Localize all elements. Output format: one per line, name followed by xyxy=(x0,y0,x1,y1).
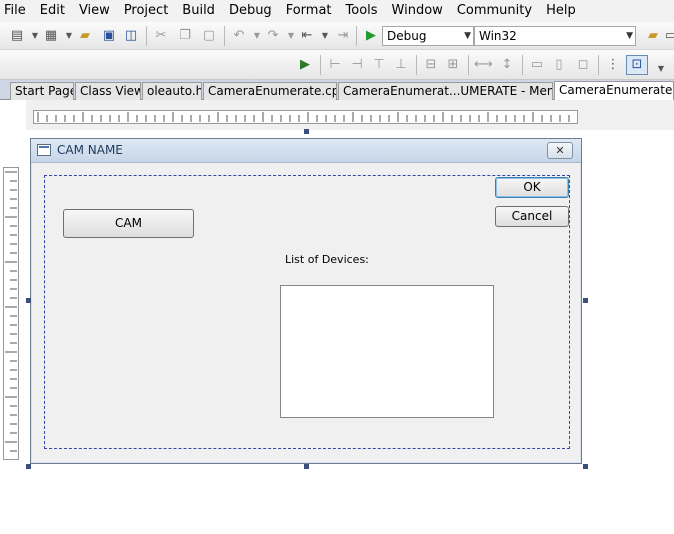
center-horizontal-icon[interactable]: ⊞ xyxy=(444,56,462,74)
menu-view[interactable]: View xyxy=(79,0,110,22)
solution-platform-combo[interactable]: Win32 ▼ xyxy=(474,26,636,46)
find-combo-icon[interactable]: ▭ xyxy=(662,27,674,45)
ok-button[interactable]: OK xyxy=(495,177,569,198)
solution-configuration-value: Debug xyxy=(387,29,427,43)
open-folder-icon[interactable]: ▰ xyxy=(76,27,94,45)
tab-cameraenumerate-dialog[interactable]: CameraEnumerate... xyxy=(554,81,674,100)
find-in-files-icon[interactable]: ▰ xyxy=(644,27,662,45)
align-rights-icon[interactable]: ⊣ xyxy=(348,56,366,74)
resize-handle-top[interactable] xyxy=(304,129,309,134)
dialog-title-bar: CAM NAME ✕ xyxy=(31,139,581,163)
redo-icon[interactable]: ↷ xyxy=(264,27,282,45)
menu-file[interactable]: File xyxy=(4,0,26,22)
device-list-box[interactable] xyxy=(280,285,494,418)
standard-toolbar: ▤ ▼ ▦ ▼ ▰ ▣ ◫ ✂ ❐ ▢ ↶ ▼ ↷ ▼ ⇤ ▼ ⇥ ▶ Debu… xyxy=(0,22,674,50)
resize-handle-bottom-right[interactable] xyxy=(583,464,588,469)
tab-oleauto-h[interactable]: oleauto.h xyxy=(142,82,202,100)
make-same-width-icon[interactable]: ▭ xyxy=(528,56,546,74)
chevron-down-icon: ▼ xyxy=(626,31,633,41)
dialog-preview[interactable]: CAM NAME ✕ OK Cancel CAM List of Devices… xyxy=(30,138,582,464)
toggle-guides-icon[interactable]: ⊡ xyxy=(626,55,648,75)
make-same-height-icon[interactable]: ▯ xyxy=(550,56,568,74)
menu-project[interactable]: Project xyxy=(124,0,168,22)
menu-help[interactable]: Help xyxy=(546,0,576,22)
align-bottoms-icon[interactable]: ⊥ xyxy=(392,56,410,74)
list-of-devices-label: List of Devices: xyxy=(285,253,369,266)
navigate-forward-icon[interactable]: ⇥ xyxy=(334,27,352,45)
tab-cameraenumerate-menu[interactable]: CameraEnumerat...UMERATE - Menu) xyxy=(338,82,553,100)
chevron-down-icon[interactable]: ▼ xyxy=(652,60,670,78)
cut-icon[interactable]: ✂ xyxy=(152,27,170,45)
menu-bar: File Edit View Project Build Debug Forma… xyxy=(0,0,674,22)
align-tops-icon[interactable]: ⊤ xyxy=(370,56,388,74)
document-tab-bar: Start Page Class View oleauto.h CameraEn… xyxy=(0,80,674,100)
dialog-title: CAM NAME xyxy=(57,143,123,157)
toggle-grid-icon[interactable]: ⋮ xyxy=(604,56,622,74)
resize-handle-bottom-left[interactable] xyxy=(26,464,31,469)
tab-start-page[interactable]: Start Page xyxy=(10,82,74,100)
dialog-editor-toolbar: ▶ ⊢ ⊣ ⊤ ⊥ ⊟ ⊞ ⟷ ↕ ▭ ▯ ◻ ⋮ ⊡ ▼ xyxy=(0,50,674,80)
tab-label: oleauto.h xyxy=(147,84,202,98)
add-item-icon[interactable]: ▦ xyxy=(42,27,60,45)
menu-tools[interactable]: Tools xyxy=(346,0,378,22)
menu-build[interactable]: Build xyxy=(182,0,215,22)
center-vertical-icon[interactable]: ⊟ xyxy=(422,56,440,74)
cancel-button[interactable]: Cancel xyxy=(495,206,569,227)
tab-label: CameraEnumerate.cpp xyxy=(208,84,337,98)
tab-label: Start Page xyxy=(15,84,74,98)
save-all-icon[interactable]: ◫ xyxy=(122,27,140,45)
dialog-window-icon xyxy=(37,144,51,156)
tab-label: CameraEnumerat...UMERATE - Menu) xyxy=(343,84,553,98)
vertical-ruler[interactable] xyxy=(3,167,19,460)
menu-edit[interactable]: Edit xyxy=(40,0,65,22)
make-same-size-icon[interactable]: ◻ xyxy=(574,56,592,74)
save-icon[interactable]: ▣ xyxy=(100,27,118,45)
space-down-icon[interactable]: ↕ xyxy=(498,56,516,74)
new-project-icon[interactable]: ▤ xyxy=(8,27,26,45)
solution-platform-value: Win32 xyxy=(479,29,517,43)
horizontal-ruler[interactable] xyxy=(33,110,578,124)
tab-cameraenumerate-cpp[interactable]: CameraEnumerate.cpp xyxy=(203,82,337,100)
undo-icon[interactable]: ↶ xyxy=(230,27,248,45)
align-lefts-icon[interactable]: ⊢ xyxy=(326,56,344,74)
close-icon[interactable]: ✕ xyxy=(547,142,573,159)
menu-debug[interactable]: Debug xyxy=(229,0,272,22)
navigate-backward-icon[interactable]: ⇤ xyxy=(298,27,316,45)
tab-label: CameraEnumerate... xyxy=(559,83,674,97)
tab-class-view[interactable]: Class View xyxy=(75,82,141,100)
resize-handle-left[interactable] xyxy=(26,298,31,303)
chevron-down-icon[interactable]: ▼ xyxy=(316,27,334,45)
menu-window[interactable]: Window xyxy=(392,0,443,22)
resize-handle-right[interactable] xyxy=(583,298,588,303)
start-debugging-icon[interactable]: ▶ xyxy=(362,27,380,45)
cam-button[interactable]: CAM xyxy=(63,209,194,238)
paste-icon[interactable]: ▢ xyxy=(200,27,218,45)
space-across-icon[interactable]: ⟷ xyxy=(474,56,493,74)
chevron-down-icon: ▼ xyxy=(464,31,471,41)
copy-icon[interactable]: ❐ xyxy=(176,27,194,45)
test-dialog-icon[interactable]: ▶ xyxy=(296,56,314,74)
menu-format[interactable]: Format xyxy=(286,0,332,22)
menu-community[interactable]: Community xyxy=(457,0,532,22)
resize-handle-bottom[interactable] xyxy=(304,464,309,469)
tab-label: Class View xyxy=(80,84,141,98)
solution-configuration-combo[interactable]: Debug ▼ xyxy=(382,26,474,46)
